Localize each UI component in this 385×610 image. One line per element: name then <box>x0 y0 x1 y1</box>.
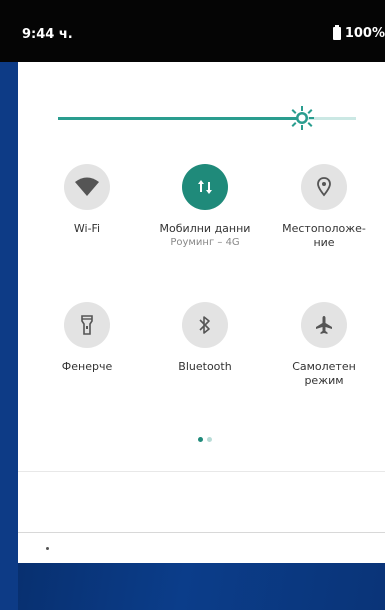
battery-percent: 100% <box>344 26 385 41</box>
tile-mobile-data-button[interactable] <box>182 164 228 210</box>
bluetooth-icon <box>199 316 210 334</box>
tile-bluetooth-button[interactable] <box>182 302 228 348</box>
wifi-icon <box>75 177 99 196</box>
mobile-data-icon <box>198 180 212 194</box>
page-dot[interactable] <box>198 437 203 442</box>
tile-location[interactable]: Местоположе- ние <box>269 164 379 250</box>
brightness-slider[interactable] <box>58 106 356 130</box>
tile-mobile-data[interactable]: Мобилни данни Роуминг – 4G <box>150 164 260 250</box>
tile-wifi-button[interactable] <box>64 164 110 210</box>
page-indicator[interactable] <box>198 437 212 442</box>
notification-row[interactable] <box>18 532 385 563</box>
brightness-icon[interactable] <box>289 105 315 131</box>
notification-dot <box>46 547 49 550</box>
flashlight-icon <box>81 315 93 335</box>
airplane-icon <box>316 316 332 334</box>
location-icon <box>317 177 331 197</box>
tile-location-button[interactable] <box>301 164 347 210</box>
left-edge <box>0 62 18 610</box>
tile-flashlight[interactable]: Фенерче <box>32 302 142 374</box>
tile-wifi[interactable]: Wi-Fi <box>32 164 142 236</box>
tile-airplane[interactable]: Самолетен режим <box>269 302 379 388</box>
status-time: 9:44 ч. <box>22 27 73 42</box>
page-dot[interactable] <box>207 437 212 442</box>
tile-bluetooth-label: Bluetooth <box>178 360 232 373</box>
tile-flashlight-label: Фенерче <box>61 360 113 373</box>
tile-airplane-label: Самолетен режим <box>292 360 356 387</box>
battery-icon <box>332 25 341 40</box>
wallpaper-strip <box>18 563 385 610</box>
panel-divider <box>18 471 385 472</box>
brightness-slider-fill <box>58 117 302 120</box>
tile-mobile-data-sub: Роуминг – 4G <box>170 237 240 248</box>
tile-location-label: Местоположе- ние <box>282 222 366 249</box>
quick-settings-panel: Wi-Fi Мобилни данни Роуминг – 4G Местопо… <box>18 62 385 532</box>
tile-bluetooth[interactable]: Bluetooth <box>150 302 260 374</box>
tile-mobile-data-label: Мобилни данни <box>159 222 251 235</box>
tile-wifi-label: Wi-Fi <box>73 222 101 235</box>
tile-flashlight-button[interactable] <box>64 302 110 348</box>
tile-airplane-button[interactable] <box>301 302 347 348</box>
status-bar: 9:44 ч. 100% <box>0 0 385 62</box>
status-right: 100% <box>332 25 385 41</box>
